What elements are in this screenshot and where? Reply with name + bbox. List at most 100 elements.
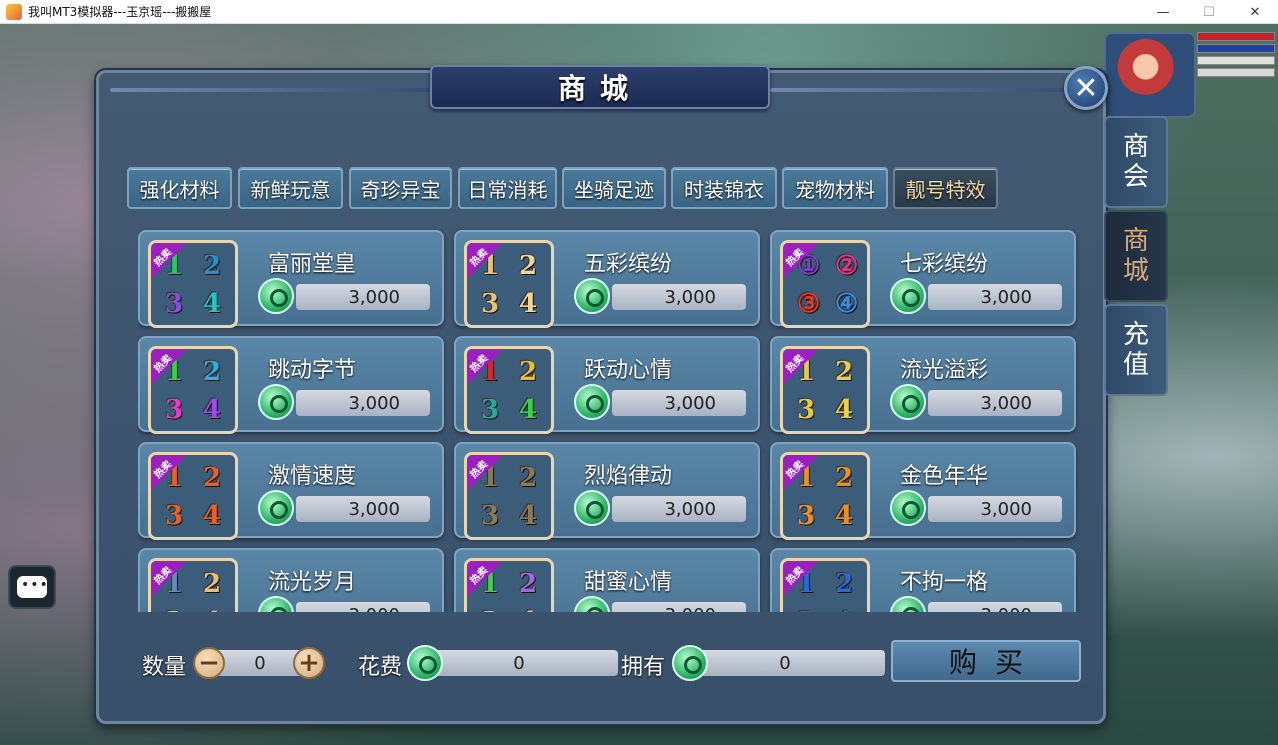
tab-recharge[interactable]: 充值	[1104, 304, 1168, 396]
item-thumbnail: 1234热卖	[148, 240, 238, 328]
thumbnail-digit: 2	[203, 463, 222, 493]
item-name: 激情速度	[268, 464, 357, 489]
item-thumbnail: 1234热卖	[464, 452, 554, 540]
item-card[interactable]: 1 2 3 4 热卖 五彩缤纷 3,000	[454, 230, 760, 328]
cost-field: 0	[420, 650, 618, 676]
thumbnail-digit: 2	[519, 251, 538, 281]
buy-button[interactable]: 购买	[891, 640, 1081, 682]
category-enhance[interactable]: 强化材料	[127, 167, 232, 209]
jade-currency-icon	[258, 490, 294, 526]
item-name: 烈焰律动	[584, 464, 673, 489]
item-card[interactable]: 1 2 3 4 热卖 跳动字节 3,000	[138, 336, 444, 434]
thumbnail-digit: 4	[835, 607, 853, 612]
category-fashion[interactable]: 时装锦衣	[671, 167, 777, 209]
item-card[interactable]: 1234热卖 不拘一格 3,000	[770, 548, 1076, 612]
item-thumbnail: 1234热卖	[780, 558, 870, 612]
item-price: 3,000	[928, 602, 1062, 612]
item-name: 五彩缤纷	[584, 252, 673, 277]
close-icon: ✕	[1073, 70, 1099, 106]
jade-currency-icon	[258, 384, 294, 420]
item-price: 3,000	[296, 284, 430, 310]
thumbnail-digit: 3	[165, 607, 183, 612]
thumbnail-digit: 3	[165, 501, 184, 531]
thumbnail-digit: 4	[519, 395, 538, 425]
cost-label: 花费	[358, 655, 403, 680]
item-price: 3,000	[612, 284, 746, 310]
tab-label: 商会	[1122, 132, 1149, 192]
item-thumbnail: 1234热卖	[148, 452, 238, 540]
tab-label: 充值	[1122, 320, 1149, 380]
category-daily[interactable]: 日常消耗	[458, 167, 557, 209]
thumbnail-digit: 4	[835, 395, 854, 425]
item-price: 3,000	[612, 390, 746, 416]
increase-quantity-button[interactable]: +	[293, 647, 325, 679]
hp-bar	[1197, 32, 1275, 41]
chat-icon	[17, 576, 49, 598]
owned-field: 0	[685, 650, 885, 676]
item-thumbnail: 1234热卖	[464, 240, 554, 328]
status-bars	[1197, 32, 1275, 82]
item-grid[interactable]: 1 2 3 4 热卖 富丽堂皇 3,000 1 2 3 4 热卖 五彩缤纷 3,000 ① ② ③ ④ 热卖 七彩缤纷…	[138, 222, 1080, 612]
thumbnail-digit: 4	[519, 289, 538, 319]
shop-title: 商城	[557, 72, 642, 105]
item-card[interactable]: 1234热卖流光岁月3,000	[138, 548, 444, 612]
thumbnail-digit: 3	[481, 395, 500, 425]
thumbnail-digit: 4	[519, 607, 537, 612]
thumbnail-digit: 3	[481, 501, 500, 531]
item-name: 跳动字节	[268, 358, 357, 383]
item-price: 3,000	[928, 390, 1062, 416]
player-avatar[interactable]	[1104, 32, 1196, 118]
item-thumbnail: ① ② ③ ④ 热卖	[780, 240, 870, 328]
item-thumbnail: 1234热卖	[780, 346, 870, 434]
item-card[interactable]: 1234热卖甜蜜心情3,000	[454, 548, 760, 612]
item-card[interactable]: ① ② ③ ④ 热卖 七彩缤纷 3,000	[770, 230, 1076, 328]
thumbnail-digit: 4	[203, 501, 222, 531]
category-mount[interactable]: 坐骑足迹	[562, 167, 666, 209]
item-card[interactable]: 1 2 3 4 热卖 跃动心情 3,000	[454, 336, 760, 434]
item-name: 不拘一格	[900, 570, 989, 595]
item-price: 3,000	[612, 602, 746, 612]
mp-bar	[1197, 44, 1275, 53]
item-card[interactable]: 1 2 3 4 热卖 流光溢彩 3,000	[770, 336, 1076, 434]
item-card[interactable]: 1 2 3 4 热卖 富丽堂皇 3,000	[138, 230, 444, 328]
header-line-right	[770, 88, 1070, 92]
exp-bar	[1197, 56, 1275, 65]
jade-currency-icon	[890, 384, 926, 420]
thumbnail-digit: 2	[519, 569, 538, 599]
item-thumbnail: 1234热卖	[148, 558, 238, 612]
thumbnail-digit: 2	[519, 463, 538, 493]
tab-mall[interactable]: 商城	[1104, 210, 1168, 302]
decrease-quantity-button[interactable]: −	[193, 647, 225, 679]
header-line-left	[110, 88, 430, 92]
category-treasure[interactable]: 奇珍异宝	[349, 167, 452, 209]
item-price: 3,000	[296, 496, 430, 522]
minimize-button[interactable]: —	[1140, 0, 1186, 24]
tab-merchant[interactable]: 商会	[1104, 116, 1168, 208]
plus-icon: +	[298, 648, 320, 678]
chat-button[interactable]	[8, 565, 56, 609]
item-card[interactable]: 1 2 3 4 热卖 激情速度 3,000	[138, 442, 444, 540]
thumbnail-digit: 2	[835, 357, 854, 387]
owned-label: 拥有	[621, 655, 666, 680]
item-card[interactable]: 1 2 3 4 热卖 烈焰律动 3,000	[454, 442, 760, 540]
shop-close-button[interactable]: ✕	[1064, 66, 1108, 110]
jade-currency-icon	[890, 278, 926, 314]
item-card[interactable]: 1 2 3 4 热卖 金色年华 3,000	[770, 442, 1076, 540]
jade-currency-icon	[258, 596, 294, 612]
category-novelty[interactable]: 新鲜玩意	[238, 167, 343, 209]
item-name: 流光岁月	[268, 570, 357, 595]
category-id-effect[interactable]: 靓号特效	[893, 167, 998, 209]
app-icon	[6, 3, 22, 20]
thumbnail-digit: 2	[203, 357, 222, 387]
thumbnail-digit: 3	[481, 289, 500, 319]
item-thumbnail: 1234热卖	[148, 346, 238, 434]
jade-currency-icon	[574, 490, 610, 526]
maximize-button[interactable]: ☐	[1186, 0, 1232, 24]
jade-currency-icon	[890, 490, 926, 526]
jade-currency-icon	[574, 278, 610, 314]
category-pet[interactable]: 宠物材料	[782, 167, 888, 209]
close-window-button[interactable]: ✕	[1232, 0, 1278, 24]
item-thumbnail: 1234热卖	[464, 558, 554, 612]
thumbnail-digit: ②	[835, 251, 859, 281]
thumbnail-digit: 2	[835, 569, 854, 599]
